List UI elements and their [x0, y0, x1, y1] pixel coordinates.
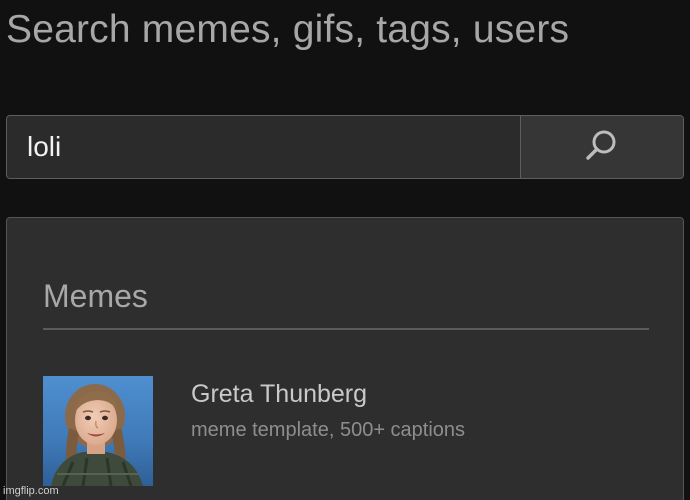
- search-icon: [584, 127, 620, 168]
- search-input[interactable]: [7, 116, 520, 178]
- result-thumbnail[interactable]: [43, 376, 153, 486]
- page-title: Search memes, gifs, tags, users: [6, 8, 570, 51]
- imgflip-watermark: imgflip.com: [3, 485, 59, 497]
- search-page: Search memes, gifs, tags, users Memes: [0, 0, 690, 500]
- result-title[interactable]: Greta Thunberg: [191, 380, 367, 409]
- search-bar: [6, 115, 684, 179]
- search-results-panel: Memes Greta Thunberg meme template, 500+…: [6, 217, 684, 500]
- section-heading-memes: Memes: [43, 278, 148, 314]
- result-item[interactable]: Greta Thunberg meme template, 500+ capti…: [43, 376, 649, 488]
- section-divider: [43, 328, 649, 330]
- result-meta: meme template, 500+ captions: [191, 419, 466, 441]
- search-button[interactable]: [520, 116, 683, 178]
